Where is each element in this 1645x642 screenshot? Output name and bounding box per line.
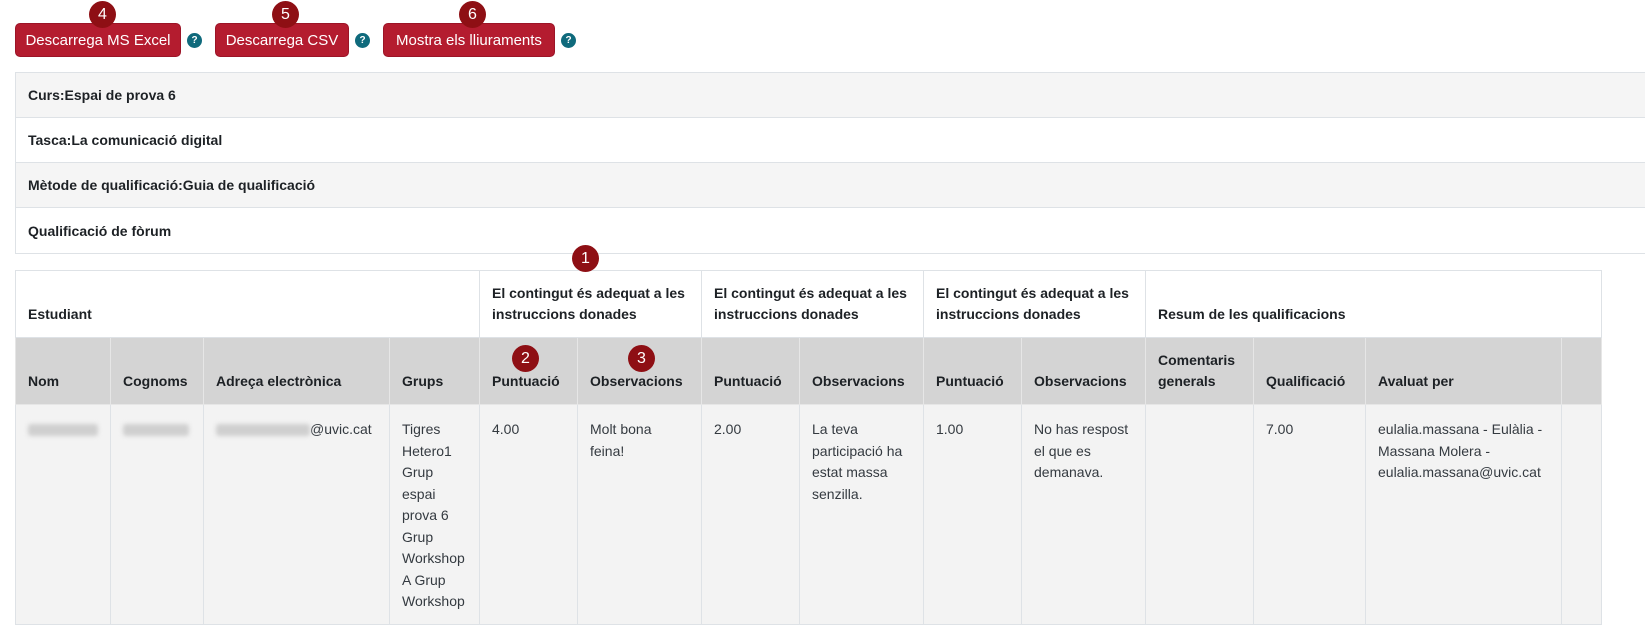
help-icon[interactable]: ? bbox=[187, 33, 202, 48]
cell-name bbox=[15, 404, 111, 625]
summary-group-header: Resum de les qualificacions bbox=[1145, 270, 1602, 338]
col-groups-header: Grups bbox=[389, 337, 480, 405]
cell-score-3: 1.00 bbox=[923, 404, 1022, 625]
callout-badge-5: 5 bbox=[272, 1, 299, 28]
redacted-name bbox=[28, 424, 98, 437]
export-toolbar: Descarrega MS Excel ? Descarrega CSV ? M… bbox=[15, 23, 715, 57]
col-graded-by-header: Avaluat per bbox=[1365, 337, 1562, 405]
grades-table: Estudiant El contingut és adequat a les … bbox=[15, 270, 1602, 625]
col-score-2-header: Puntuació bbox=[701, 337, 800, 405]
callout-badge-1: 1 bbox=[572, 245, 599, 272]
cell-observations-1: Molt bona feina! bbox=[577, 404, 702, 625]
cell-grade: 7.00 bbox=[1253, 404, 1366, 625]
forum-grading-info: Qualificació de fòrum bbox=[16, 208, 1645, 253]
col-email-header: Adreça electrònica bbox=[203, 337, 390, 405]
table-row: @uvic.cat Tigres Hetero1 Grup espai prov… bbox=[15, 404, 1602, 625]
col-surname-header: Cognoms bbox=[110, 337, 204, 405]
cell-email: @uvic.cat bbox=[203, 404, 390, 625]
cell-graded-by: eulalia.massana - Eulàlia - Massana Mole… bbox=[1365, 404, 1562, 625]
cell-score-2: 2.00 bbox=[701, 404, 800, 625]
col-score-3-header: Puntuació bbox=[923, 337, 1022, 405]
cell-observations-3: No has respost el que es demanava. bbox=[1021, 404, 1146, 625]
callout-badge-2: 2 bbox=[512, 345, 539, 372]
cell-observations-2: La teva participació ha estat massa senz… bbox=[799, 404, 924, 625]
task-info: Tasca:La comunicació digital bbox=[16, 118, 1645, 163]
assignment-info: Curs:Espai de prova 6 Tasca:La comunicac… bbox=[15, 72, 1645, 254]
help-icon[interactable]: ? bbox=[561, 33, 576, 48]
cell-general-comments bbox=[1145, 404, 1254, 625]
cell-groups: Tigres Hetero1 Grup espai prova 6 Grup W… bbox=[389, 404, 480, 625]
show-submissions-button[interactable]: Mostra els lliuraments bbox=[383, 23, 555, 57]
col-grade-header: Qualificació bbox=[1253, 337, 1366, 405]
download-csv-button[interactable]: Descarrega CSV bbox=[215, 23, 349, 57]
help-icon[interactable]: ? bbox=[355, 33, 370, 48]
callout-badge-6: 6 bbox=[459, 1, 486, 28]
col-name-header: Nom bbox=[15, 337, 111, 405]
callout-badge-4: 4 bbox=[89, 1, 116, 28]
criterion-3-header: El contingut és adequat a les instruccio… bbox=[923, 270, 1146, 338]
grading-method-info: Mètode de qualificació:Guia de qualifica… bbox=[16, 163, 1645, 208]
criterion-1-header: El contingut és adequat a les instruccio… bbox=[479, 270, 702, 338]
cell-surname bbox=[110, 404, 204, 625]
callout-badge-3: 3 bbox=[628, 345, 655, 372]
col-observations-2-header: Observacions bbox=[799, 337, 924, 405]
criterion-2-header: El contingut és adequat a les instruccio… bbox=[701, 270, 924, 338]
cell-score-1: 4.00 bbox=[479, 404, 578, 625]
col-general-comments-header: Comentaris generals bbox=[1145, 337, 1254, 405]
col-observations-3-header: Observacions bbox=[1021, 337, 1146, 405]
redacted-email-user bbox=[216, 424, 310, 437]
col-extra-header bbox=[1561, 337, 1602, 405]
course-info: Curs:Espai de prova 6 bbox=[16, 73, 1645, 118]
download-excel-button[interactable]: Descarrega MS Excel bbox=[15, 23, 181, 57]
email-domain: @uvic.cat bbox=[310, 421, 372, 437]
student-group-header: Estudiant bbox=[15, 270, 480, 338]
redacted-surname bbox=[123, 424, 189, 437]
cell-extra bbox=[1561, 404, 1602, 625]
